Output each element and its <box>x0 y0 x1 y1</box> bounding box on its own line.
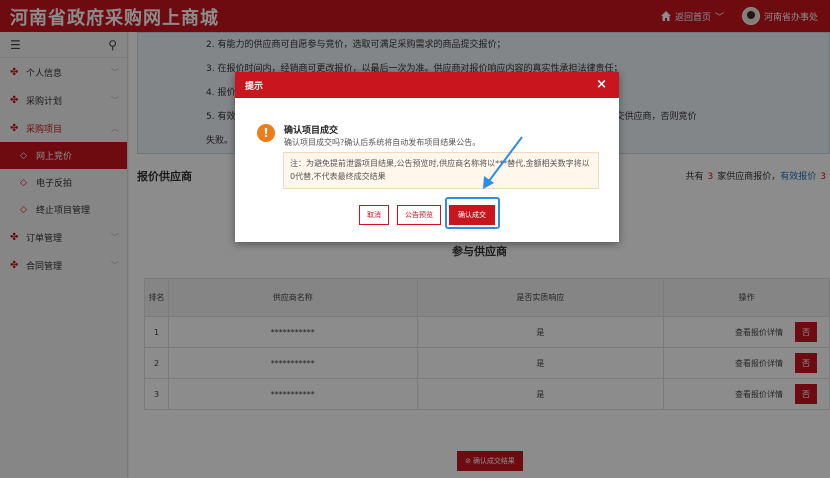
highlight-box <box>445 197 500 229</box>
confirm-deal-dialog: 提示 × ! 确认项目成交 确认项目成交吗?确认后系统将自动发布项目结果公告。 … <box>235 72 619 242</box>
dialog-title: 提示 <box>245 81 264 92</box>
announcement-preview-button[interactable]: 公告预览 <box>397 205 441 225</box>
dialog-note: 注：为避免提前泄露项目结果,公告预览时,供应商名称将以***替代,金额相关数字将… <box>283 152 599 189</box>
dialog-buttons: 取消 公告预览 确认成交 <box>235 205 619 225</box>
cancel-button[interactable]: 取消 <box>359 205 389 225</box>
dialog-heading: 确认项目成交 <box>284 126 339 136</box>
warning-icon: ! <box>257 124 275 142</box>
dialog-description: 确认项目成交吗?确认后系统将自动发布项目结果公告。 <box>284 138 481 147</box>
close-icon[interactable]: × <box>596 77 607 92</box>
dialog-header: 提示 × <box>235 72 619 98</box>
